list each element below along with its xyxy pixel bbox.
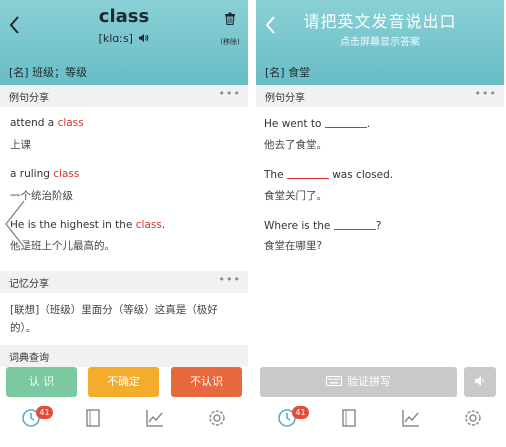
unsure-button[interactable]: 不确定 xyxy=(88,367,159,397)
remove-word-button[interactable]: (移除) xyxy=(218,12,242,47)
answer-blank xyxy=(286,168,329,179)
highlighted-word: class xyxy=(53,168,80,180)
highlighted-word: class xyxy=(135,219,162,231)
section-title: 词典查询 xyxy=(9,353,49,364)
word-definition: [名] 班级；等级 xyxy=(9,66,88,79)
example-sentence-en: attend a class xyxy=(10,117,84,129)
phonetic-row: [klɑːs] xyxy=(0,32,248,45)
dictionary-section-header[interactable]: 词典查询 xyxy=(0,345,248,367)
word-title: class xyxy=(98,6,150,27)
example-sentence-en: a ruling class xyxy=(10,168,80,180)
example-sentence-en: He went to . xyxy=(264,117,371,130)
tab-stats[interactable] xyxy=(380,401,442,447)
verify-spelling-button[interactable]: 验证拼写 xyxy=(260,367,457,397)
tab-stats[interactable] xyxy=(124,401,186,447)
unknown-button[interactable]: 不认识 xyxy=(171,367,242,397)
example-sentence-zh: 食堂关门了。 xyxy=(264,190,327,202)
tab-settings[interactable] xyxy=(442,401,504,447)
example-sentence-en: The was closed. xyxy=(264,168,394,181)
keyboard-icon xyxy=(326,376,342,386)
quiz-header[interactable]: 请把英文发音说出口 点击屏幕显示答案 [名] 食堂 xyxy=(256,0,504,85)
example-sentence-en: He is the highest in the class. xyxy=(10,219,166,231)
example-sentence-zh: 上课 xyxy=(10,139,31,151)
review-count-badge: 41 xyxy=(292,406,309,419)
section-title: 例句分享 xyxy=(9,93,49,104)
quiz-prompt: 请把英文发音说出口 xyxy=(303,12,457,31)
quiz-hint: 点击屏幕显示答案 xyxy=(340,37,420,48)
know-button[interactable]: 认 识 xyxy=(6,367,77,397)
example-section-header: 例句分享 ••• xyxy=(256,85,504,107)
section-title: 例句分享 xyxy=(265,93,305,104)
example-section-header: 例句分享 ••• xyxy=(0,85,248,107)
sound-icon xyxy=(474,375,486,387)
memory-section-header: 记忆分享 ••• xyxy=(0,271,248,293)
stats-chart-icon xyxy=(401,408,421,428)
answer-blank xyxy=(324,117,367,128)
bottom-tab-bar: 41 xyxy=(0,401,248,447)
answer-blank xyxy=(333,219,376,230)
example-sentence-en: Where is the ? xyxy=(264,219,382,232)
tab-review[interactable]: 41 xyxy=(0,401,62,447)
pronunciation-quiz-screen[interactable]: 请把英文发音说出口 点击屏幕显示答案 [名] 食堂 例句分享 ••• He we… xyxy=(256,0,504,447)
wordbook-icon xyxy=(83,408,103,428)
tab-wordbook[interactable] xyxy=(318,401,380,447)
remove-label: (移除) xyxy=(220,38,240,46)
phonetic-text: [klɑːs] xyxy=(98,32,133,45)
speaker-icon[interactable] xyxy=(138,33,149,43)
stats-chart-icon xyxy=(145,408,165,428)
bottom-tab-bar: 41 xyxy=(256,401,504,447)
more-icon[interactable]: ••• xyxy=(475,87,497,100)
more-icon[interactable]: ••• xyxy=(219,87,241,100)
settings-gear-icon xyxy=(207,408,227,428)
word-header: class [klɑːs] (移除) [名] 班级；等级 xyxy=(0,0,248,85)
tab-wordbook[interactable] xyxy=(62,401,124,447)
swipe-arrow-icon[interactable] xyxy=(2,198,28,250)
play-sound-button[interactable] xyxy=(464,367,496,397)
highlighted-word: class xyxy=(57,117,84,129)
example-sentence-zh: 他去了食堂。 xyxy=(264,139,327,151)
tab-review[interactable]: 41 xyxy=(256,401,318,447)
example-sentence-zh: 食堂在哪里? xyxy=(264,240,323,252)
trash-icon xyxy=(224,12,236,25)
tab-settings[interactable] xyxy=(186,401,248,447)
more-icon[interactable]: ••• xyxy=(219,273,241,286)
section-title: 记忆分享 xyxy=(9,279,49,290)
word-review-screen: class [klɑːs] (移除) [名] 班级；等级 例句分享 ••• at… xyxy=(0,0,248,447)
settings-gear-icon xyxy=(463,408,483,428)
word-definition: [名] 食堂 xyxy=(265,66,311,79)
wordbook-icon xyxy=(339,408,359,428)
memory-text: [联想]（班级）里面分（等级）这真是（极好的）。 xyxy=(10,304,218,334)
verify-label: 验证拼写 xyxy=(347,375,391,388)
review-count-badge: 41 xyxy=(36,406,53,419)
